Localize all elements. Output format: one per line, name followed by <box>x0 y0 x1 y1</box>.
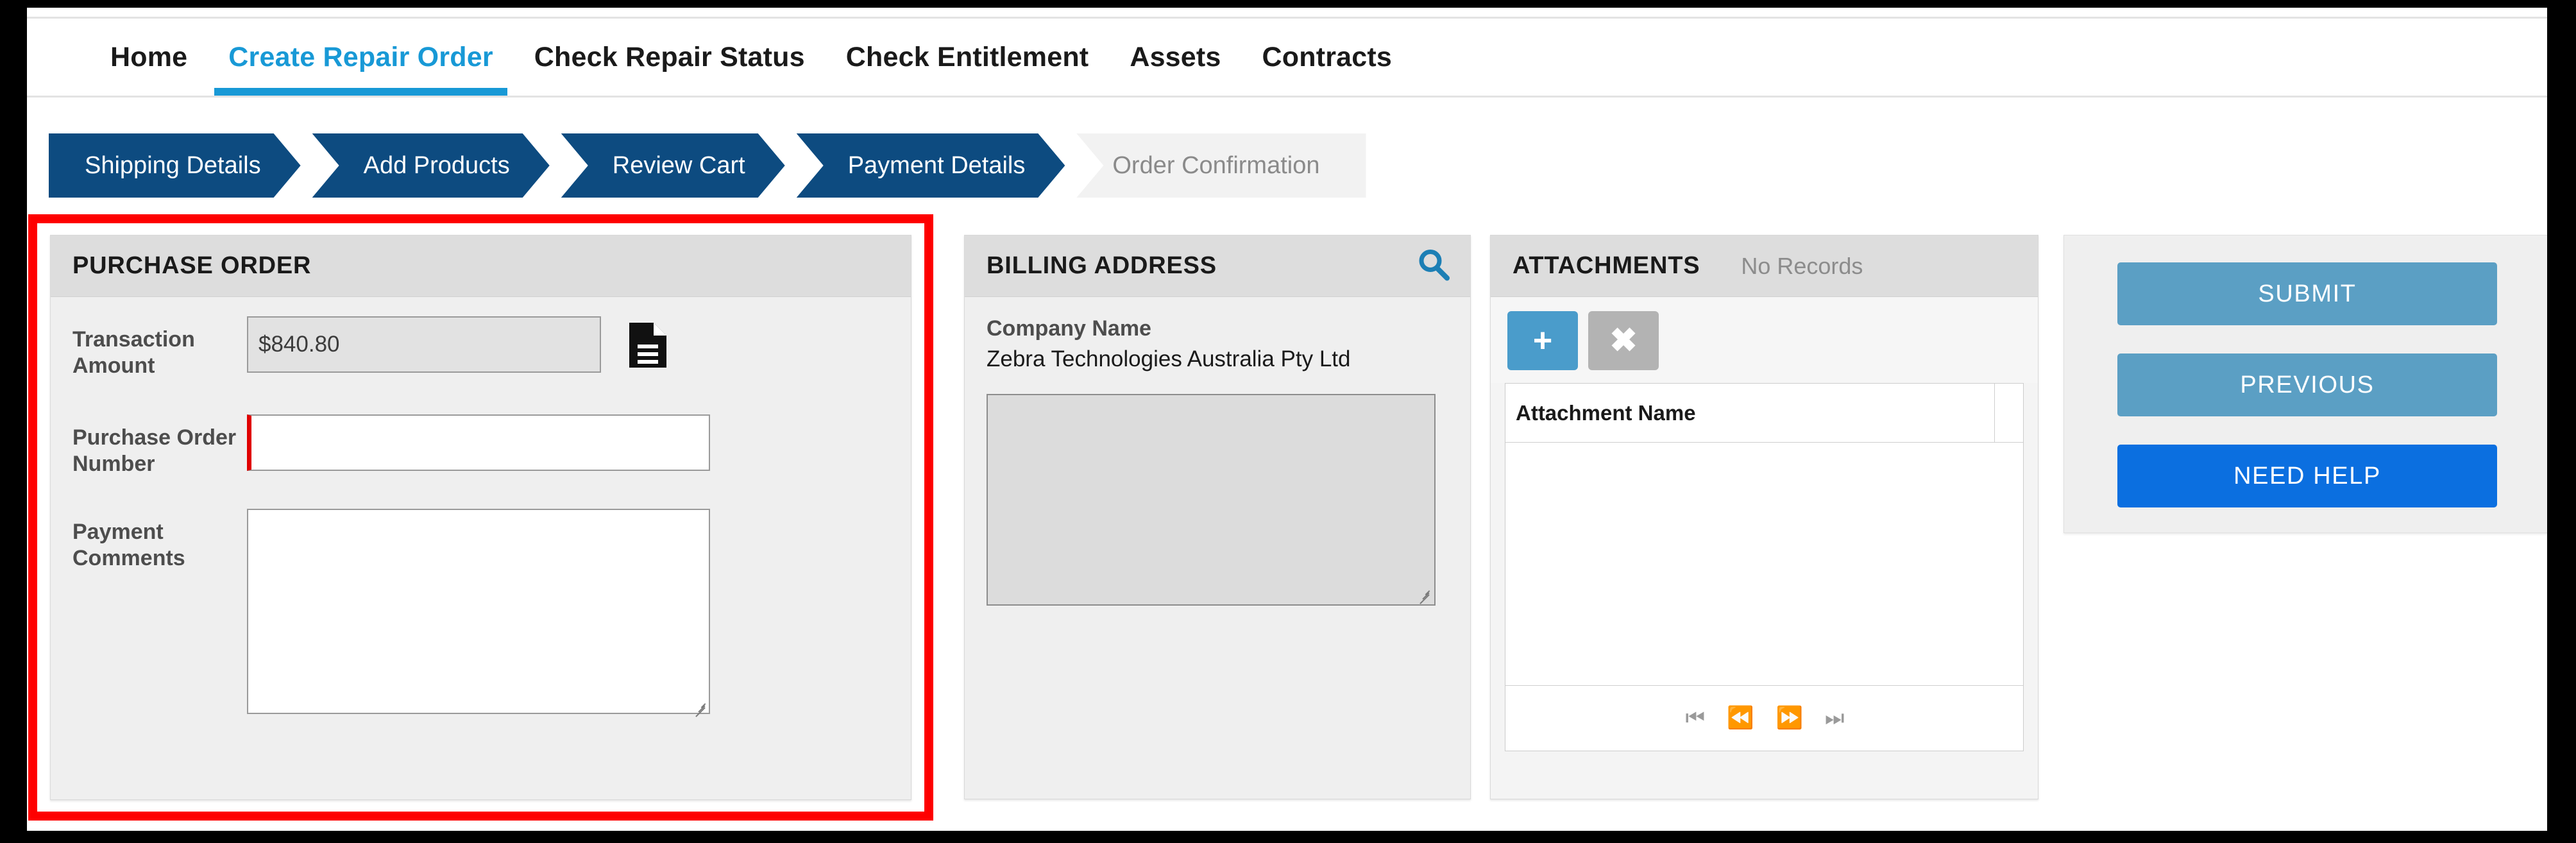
step-label: Shipping Details <box>85 151 261 179</box>
action-button-panel: SUBMIT PREVIOUS NEED HELP <box>2063 235 2547 533</box>
nav-item-home[interactable]: Home <box>90 19 208 96</box>
step-review-cart[interactable]: Review Cart <box>561 133 785 198</box>
purchase-order-title: PURCHASE ORDER <box>72 252 312 279</box>
content-row: PURCHASE ORDER Transaction Amount $840.8… <box>27 212 2547 821</box>
document-icon[interactable] <box>628 321 668 369</box>
attachments-column-spacer <box>1995 384 2023 442</box>
attachment-remove-button[interactable]: ✖ <box>1588 311 1659 370</box>
attachments-grid-body <box>1505 443 2023 685</box>
attachments-header: ATTACHMENTS No Records <box>1491 235 2038 297</box>
pager-next-icon[interactable]: ⏩ <box>1776 707 1803 729</box>
step-add-products[interactable]: Add Products <box>312 133 550 198</box>
need-help-button[interactable]: NEED HELP <box>2117 445 2497 507</box>
main-navigation: Home Create Repair Order Check Repair St… <box>27 17 2547 98</box>
billing-address-header: BILLING ADDRESS <box>965 235 1470 297</box>
attachments-toolbar: + ✖ <box>1491 297 2038 383</box>
pager-previous-icon[interactable]: ⏪ <box>1727 707 1754 729</box>
attachments-panel: ATTACHMENTS No Records + ✖ Attachment Na… <box>1490 235 2038 799</box>
company-name-label: Company Name <box>987 316 1151 341</box>
billing-address-body: Company Name Zebra Technologies Australi… <box>965 297 1470 618</box>
purchase-order-panel: PURCHASE ORDER Transaction Amount $840.8… <box>50 235 911 800</box>
transaction-amount-control: $840.80 <box>247 316 889 373</box>
attachments-grid-header: Attachment Name <box>1505 384 2023 443</box>
application-frame: Home Create Repair Order Check Repair St… <box>27 8 2547 831</box>
company-name-value: Zebra Technologies Australia Pty Ltd <box>987 346 1351 371</box>
billing-address-textarea[interactable] <box>987 394 1436 606</box>
po-number-row: Purchase Order Number <box>72 414 889 478</box>
nav-item-label: Contracts <box>1262 41 1393 72</box>
resize-grip-icon <box>1416 586 1432 604</box>
transaction-amount-row: Transaction Amount $840.80 <box>72 316 889 380</box>
previous-button[interactable]: PREVIOUS <box>2117 353 2497 416</box>
attachments-column-attachment-name[interactable]: Attachment Name <box>1505 384 1995 442</box>
step-track: Shipping Details Add Products Review Car… <box>49 133 1366 198</box>
nav-item-label: Check Repair Status <box>534 41 805 72</box>
nav-item-check-entitlement[interactable]: Check Entitlement <box>826 19 1110 96</box>
payment-comments-label: Payment Comments <box>72 519 185 571</box>
attachments-grid: Attachment Name ⏮ ⏪ ⏩ ⏭ <box>1505 383 2024 751</box>
step-label: Add Products <box>363 151 510 179</box>
pager-first-icon[interactable]: ⏮ <box>1686 707 1706 729</box>
billing-address-panel: BILLING ADDRESS Company Name Zebra Techn… <box>964 235 1471 799</box>
nav-item-check-repair-status[interactable]: Check Repair Status <box>514 19 826 96</box>
step-order-confirmation: Order Confirmation <box>1076 133 1366 198</box>
nav-item-create-repair-order[interactable]: Create Repair Order <box>208 19 513 96</box>
purchase-order-header: PURCHASE ORDER <box>51 235 911 297</box>
payment-comments-row: Payment Comments <box>72 508 889 717</box>
nav-item-label: Assets <box>1130 41 1221 72</box>
nav-list: Home Create Repair Order Check Repair St… <box>90 19 1412 96</box>
nav-item-label: Create Repair Order <box>228 41 493 72</box>
action-panel-inner: SUBMIT PREVIOUS NEED HELP <box>2064 235 2547 507</box>
nav-item-label: Check Entitlement <box>845 41 1089 72</box>
purchase-order-number-input[interactable] <box>247 414 710 471</box>
step-label: Review Cart <box>612 151 745 179</box>
search-icon[interactable] <box>1415 246 1452 286</box>
step-payment-details[interactable]: Payment Details <box>797 133 1065 198</box>
po-number-label: Purchase Order Number <box>72 425 237 477</box>
nav-item-label: Home <box>110 41 188 72</box>
payment-comments-textarea[interactable] <box>247 508 710 714</box>
billing-address-title: BILLING ADDRESS <box>987 252 1217 279</box>
attachments-pager: ⏮ ⏪ ⏩ ⏭ <box>1505 685 2023 750</box>
pager-last-icon[interactable]: ⏭ <box>1825 707 1845 729</box>
attachment-add-button[interactable]: + <box>1507 311 1578 370</box>
payment-comments-control <box>247 508 889 717</box>
transaction-amount-label: Transaction Amount <box>72 327 195 379</box>
submit-button[interactable]: SUBMIT <box>2117 262 2497 325</box>
nav-item-contracts[interactable]: Contracts <box>1242 19 1413 96</box>
attachments-title: ATTACHMENTS <box>1513 252 1700 279</box>
attachments-status: No Records <box>1741 252 1863 279</box>
po-number-control <box>247 414 889 471</box>
step-label: Order Confirmation <box>1112 151 1320 179</box>
checkout-step-bar: Shipping Details Add Products Review Car… <box>27 128 2547 204</box>
transaction-amount-input[interactable]: $840.80 <box>247 316 601 373</box>
purchase-order-body: Transaction Amount $840.80 Purchase Orde… <box>51 297 911 730</box>
step-shipping-details[interactable]: Shipping Details <box>49 133 301 198</box>
nav-item-assets[interactable]: Assets <box>1109 19 1241 96</box>
step-label: Payment Details <box>847 151 1026 179</box>
